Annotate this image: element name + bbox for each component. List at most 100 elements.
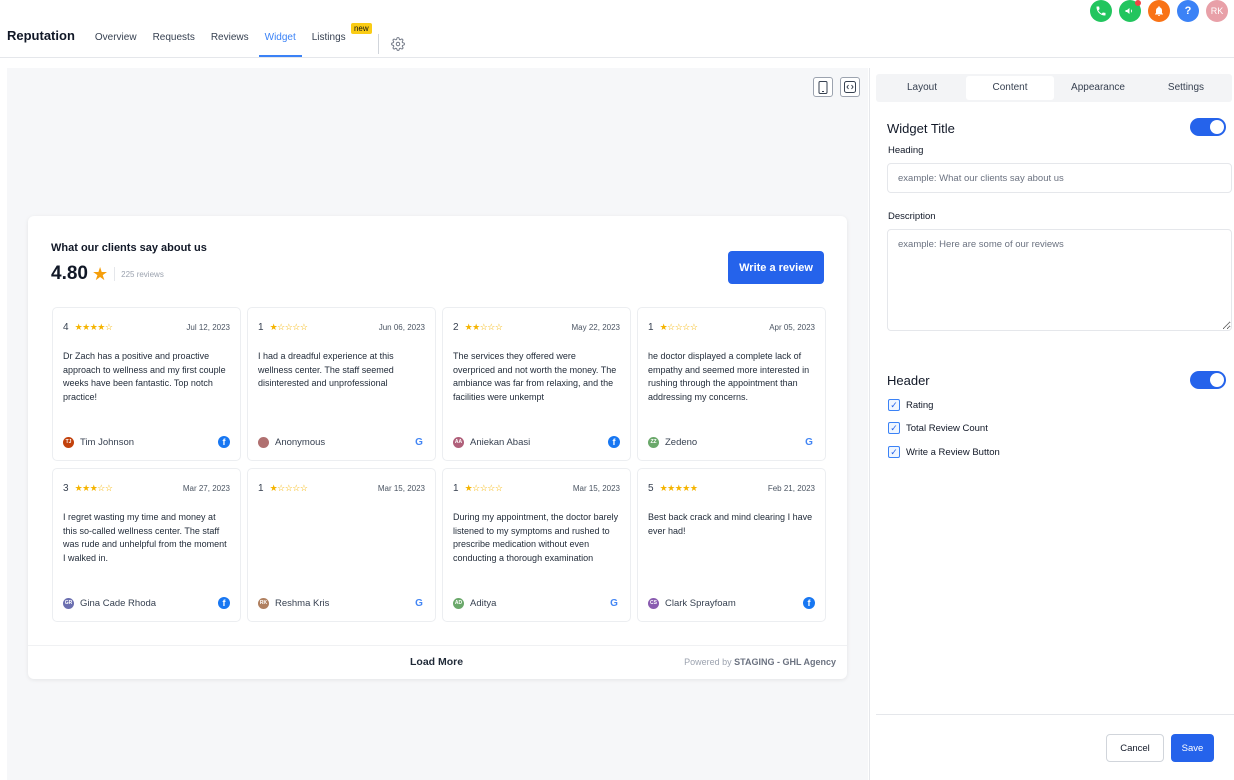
widget-title: What our clients say about us bbox=[51, 242, 207, 254]
google-icon: G bbox=[415, 597, 423, 609]
powered-by: Powered by STAGING - GHL Agency bbox=[684, 657, 836, 667]
author-name: Gina Cade Rhoda bbox=[80, 597, 157, 609]
tab-settings[interactable]: Settings bbox=[1142, 76, 1230, 100]
tab-requests[interactable]: Requests bbox=[147, 32, 201, 57]
load-more-button[interactable]: Load More bbox=[410, 656, 463, 668]
author-name: Aditya bbox=[470, 597, 497, 609]
mobile-icon bbox=[818, 80, 828, 94]
author-name: Clark Sprayfoam bbox=[665, 597, 736, 609]
widget-title-section: Widget Title bbox=[887, 121, 955, 136]
heading-input[interactable] bbox=[887, 163, 1232, 193]
review-date: Feb 21, 2023 bbox=[767, 484, 815, 493]
top-icons: ? RK bbox=[1090, 0, 1228, 22]
facebook-icon: f bbox=[608, 436, 620, 448]
panel-tabs: Layout Content Appearance Settings bbox=[876, 74, 1232, 102]
review-widget-card: What our clients say about us 4.80 ★ 225… bbox=[28, 216, 847, 679]
header-section: Header bbox=[887, 373, 930, 388]
rating-checkbox[interactable]: ✓ Rating bbox=[888, 399, 933, 411]
review-header: 4 ★★★★☆ Jul 12, 2023 bbox=[63, 322, 230, 333]
star-rating-icon: ★★★★☆ bbox=[74, 322, 113, 332]
tab-layout[interactable]: Layout bbox=[878, 76, 966, 100]
new-badge: new bbox=[350, 23, 372, 34]
mobile-view-button[interactable] bbox=[813, 77, 833, 97]
embed-code-button[interactable] bbox=[840, 77, 860, 97]
phone-icon[interactable] bbox=[1090, 0, 1112, 22]
review-rating: 2 ★★☆☆☆ bbox=[453, 322, 503, 333]
tab-widget[interactable]: Widget bbox=[258, 32, 302, 57]
star-rating-icon: ★★★★★ bbox=[659, 483, 698, 493]
review-header: 1 ★☆☆☆☆ Mar 15, 2023 bbox=[453, 483, 620, 494]
bell-icon[interactable] bbox=[1148, 0, 1170, 22]
avatar[interactable]: RK bbox=[1206, 0, 1228, 22]
review-footer: RK Reshma Kris G bbox=[258, 597, 425, 609]
tab-overview[interactable]: Overview bbox=[89, 32, 143, 57]
author-avatar: ZZ bbox=[648, 436, 659, 448]
write-review-button-checkbox[interactable]: ✓ Write a Review Button bbox=[888, 446, 1000, 458]
cancel-button[interactable]: Cancel bbox=[1106, 734, 1164, 762]
review-author: CS Clark Sprayfoam bbox=[648, 597, 736, 609]
review-rating-value: 1 bbox=[258, 322, 264, 333]
author-name: Aniekan Abasi bbox=[470, 436, 531, 448]
review-header: 1 ★☆☆☆☆ Apr 05, 2023 bbox=[648, 322, 815, 333]
review-footer: AA Aniekan Abasi f bbox=[453, 436, 620, 448]
review-header: 3 ★★★☆☆ Mar 27, 2023 bbox=[63, 483, 230, 494]
description-input[interactable] bbox=[887, 229, 1232, 331]
tab-content[interactable]: Content bbox=[966, 76, 1054, 100]
author-avatar: CS bbox=[648, 597, 659, 609]
google-icon: G bbox=[610, 597, 618, 609]
author-avatar: GR bbox=[63, 597, 74, 609]
author-avatar: TJ bbox=[63, 436, 74, 448]
review-rating-value: 5 bbox=[648, 483, 654, 494]
review-card: 1 ★☆☆☆☆ Apr 05, 2023 he doctor displayed a … bbox=[637, 307, 826, 461]
review-author: GR Gina Cade Rhoda bbox=[63, 597, 157, 609]
review-author: RK Reshma Kris bbox=[258, 597, 330, 609]
average-rating: 4.80 bbox=[51, 263, 88, 284]
review-text: I had a dreadful experience at this well… bbox=[258, 351, 394, 388]
review-date: May 22, 2023 bbox=[571, 323, 620, 332]
review-card: 4 ★★★★☆ Jul 12, 2023 Dr Zach has a positive… bbox=[52, 307, 241, 461]
review-rating: 1 ★☆☆☆☆ bbox=[258, 483, 308, 494]
star-rating-icon: ★★☆☆☆ bbox=[464, 322, 503, 332]
heading-label: Heading bbox=[888, 145, 924, 156]
author-avatar bbox=[258, 436, 269, 448]
review-date: Jul 12, 2023 bbox=[186, 323, 230, 332]
review-footer: TJ Tim Johnson f bbox=[63, 436, 230, 448]
google-icon: G bbox=[805, 436, 813, 448]
review-header: 5 ★★★★★ Feb 21, 2023 bbox=[648, 483, 815, 494]
star-rating-icon: ★☆☆☆☆ bbox=[464, 483, 503, 493]
review-rating-value: 2 bbox=[453, 322, 459, 333]
review-text: Best back crack and mind clearing I have… bbox=[648, 512, 813, 536]
review-date: Mar 15, 2023 bbox=[377, 484, 425, 493]
review-date: Mar 27, 2023 bbox=[182, 484, 230, 493]
review-footer: Anonymous G bbox=[258, 436, 425, 448]
review-text: Dr Zach has a positive and proactive app… bbox=[63, 351, 226, 402]
tab-listings[interactable]: Listings new bbox=[306, 23, 372, 57]
author-name: Tim Johnson bbox=[80, 436, 135, 448]
description-label: Description bbox=[888, 211, 936, 222]
tab-reviews[interactable]: Reviews bbox=[205, 32, 255, 57]
save-button[interactable]: Save bbox=[1171, 734, 1214, 762]
review-card: 1 ★☆☆☆☆ Mar 15, 2023 During my appointment,… bbox=[442, 468, 631, 622]
review-rating-value: 4 bbox=[63, 322, 69, 333]
write-review-button[interactable]: Write a review bbox=[728, 251, 824, 284]
help-icon[interactable]: ? bbox=[1177, 0, 1199, 22]
author-name: Anonymous bbox=[275, 436, 326, 448]
author-name: Reshma Kris bbox=[275, 597, 330, 609]
review-text: he doctor displayed a complete lack of e… bbox=[648, 351, 810, 402]
gear-icon[interactable] bbox=[390, 36, 405, 51]
check-icon: ✓ bbox=[888, 446, 900, 458]
review-text: I regret wasting my time and money at th… bbox=[63, 512, 227, 563]
top-bar: ? RK bbox=[0, 0, 1234, 24]
review-author: AD Aditya bbox=[453, 597, 497, 609]
megaphone-icon[interactable] bbox=[1119, 0, 1141, 22]
review-footer: ZZ Zedeno G bbox=[648, 436, 815, 448]
header-toggle[interactable] bbox=[1190, 371, 1226, 389]
widget-title-toggle[interactable] bbox=[1190, 118, 1226, 136]
author-avatar: RK bbox=[258, 597, 269, 609]
review-rating: 3 ★★★☆☆ bbox=[63, 483, 113, 494]
tab-appearance[interactable]: Appearance bbox=[1054, 76, 1142, 100]
nav-divider bbox=[377, 33, 379, 54]
total-review-count-checkbox[interactable]: ✓ Total Review Count bbox=[888, 422, 988, 434]
star-rating-icon: ★☆☆☆☆ bbox=[659, 322, 698, 332]
star-rating-icon: ★☆☆☆☆ bbox=[269, 322, 308, 332]
